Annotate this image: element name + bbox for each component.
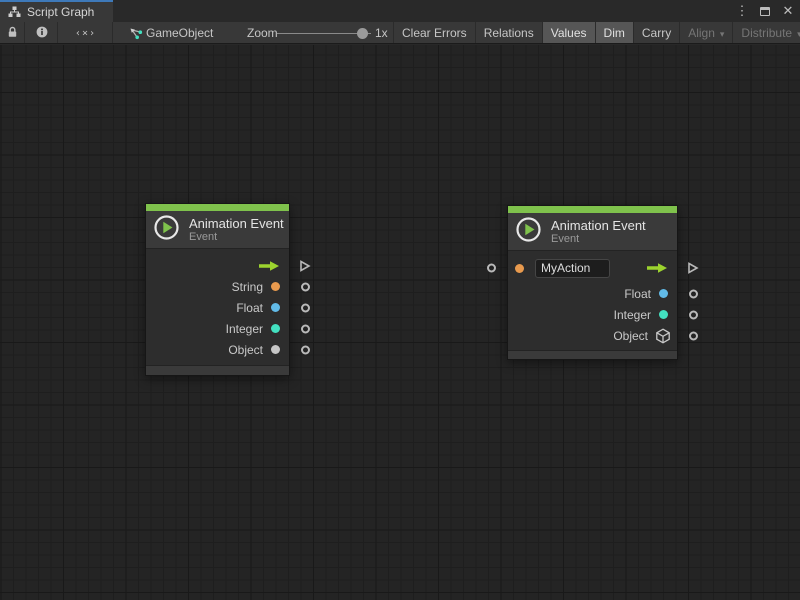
- float-port-dot[interactable]: [659, 289, 668, 298]
- values-toggle[interactable]: Values: [542, 22, 595, 44]
- dim-toggle[interactable]: Dim: [595, 22, 633, 44]
- data-port-connector[interactable]: [301, 303, 310, 312]
- port-row-float: Float: [146, 297, 289, 318]
- string-port-dot[interactable]: [271, 282, 280, 291]
- carry-toggle[interactable]: Carry: [633, 22, 679, 44]
- string-input-dot[interactable]: [515, 264, 524, 273]
- node-footer: [146, 365, 289, 375]
- port-label: Integer: [614, 308, 651, 322]
- integer-port-dot[interactable]: [659, 310, 668, 319]
- lock-icon: [7, 26, 18, 41]
- code-brackets-icon: ‹×›: [75, 28, 96, 39]
- port-label: Float: [236, 301, 263, 315]
- zoom-slider-handle[interactable]: [357, 28, 368, 39]
- zoom-label: Zoom: [247, 22, 278, 44]
- data-port-connector[interactable]: [301, 345, 310, 354]
- control-port-connector[interactable]: [298, 259, 311, 272]
- flow-arrow-icon[interactable]: [646, 262, 668, 274]
- node-animation-event-1[interactable]: Animation Event Event: [145, 203, 290, 376]
- data-port-connector[interactable]: [301, 324, 310, 333]
- node-subtitle: Event: [551, 233, 646, 246]
- port-row-string: String: [146, 276, 289, 297]
- cube-icon[interactable]: [655, 328, 671, 344]
- node-header[interactable]: Animation Event Event: [508, 213, 677, 251]
- data-port-connector[interactable]: [689, 331, 698, 340]
- toolbar-button-row: Clear Errors Relations Values Dim Carry …: [393, 22, 800, 44]
- close-icon[interactable]: ✕: [780, 2, 796, 20]
- port-label: Float: [624, 287, 651, 301]
- chevron-down-icon: ▾: [720, 29, 725, 40]
- tab-bar: Script Graph ⋮ ✕: [0, 0, 800, 22]
- node-subtitle: Event: [189, 231, 284, 244]
- align-dropdown[interactable]: Align ▾: [679, 22, 732, 44]
- maximize-icon[interactable]: [757, 2, 773, 20]
- zoom-value: 1x: [375, 22, 388, 44]
- event-play-icon: [515, 216, 542, 248]
- distribute-dropdown[interactable]: Distribute ▾: [732, 22, 800, 44]
- script-graph-window: Script Graph ⋮ ✕: [0, 0, 800, 600]
- window-controls: ⋮ ✕: [734, 0, 796, 22]
- edit-graph-button[interactable]: ‹×›: [59, 22, 113, 44]
- control-output-row: [146, 255, 289, 276]
- gameobject-icon: [126, 22, 146, 44]
- float-port-dot[interactable]: [271, 303, 280, 312]
- name-input-row: [508, 253, 677, 283]
- graph-toolbar: ‹×› GameObject Zoom 1x Clear Errors Rela…: [0, 22, 800, 44]
- data-port-connector[interactable]: [689, 289, 698, 298]
- control-port-connector[interactable]: [686, 262, 699, 275]
- event-name-input[interactable]: [535, 259, 610, 278]
- data-port-connector[interactable]: [301, 282, 310, 291]
- graph-hierarchy-icon: [8, 6, 21, 18]
- port-row-integer: Integer: [508, 304, 677, 325]
- port-label: Object: [228, 343, 263, 357]
- node-footer: [508, 350, 677, 359]
- port-label: Object: [613, 329, 648, 343]
- flow-arrow-icon[interactable]: [258, 260, 280, 272]
- port-row-integer: Integer: [146, 318, 289, 339]
- object-port-dot[interactable]: [271, 345, 280, 354]
- gameobject-label[interactable]: GameObject: [146, 22, 213, 44]
- port-row-object: Object: [508, 325, 677, 346]
- node-accent-bar: [508, 206, 677, 213]
- node-header[interactable]: Animation Event Event: [146, 211, 289, 249]
- node-title: Animation Event: [551, 218, 646, 233]
- clear-errors-button[interactable]: Clear Errors: [393, 22, 475, 44]
- graph-canvas[interactable]: Animation Event Event: [0, 45, 800, 600]
- info-button[interactable]: [26, 22, 58, 44]
- port-row-object: Object: [146, 339, 289, 360]
- tab-title: Script Graph: [27, 5, 94, 19]
- info-icon: [36, 26, 48, 41]
- node-body: Float Integer Object: [508, 251, 677, 350]
- data-port-connector[interactable]: [689, 310, 698, 319]
- lock-button[interactable]: [0, 22, 25, 44]
- node-accent-bar: [146, 204, 289, 211]
- integer-port-dot[interactable]: [271, 324, 280, 333]
- name-input-connector[interactable]: [487, 264, 496, 273]
- tab-script-graph[interactable]: Script Graph: [0, 0, 113, 22]
- relations-button[interactable]: Relations: [475, 22, 542, 44]
- node-body: String Float Integer Object: [146, 249, 289, 365]
- port-row-float: Float: [508, 283, 677, 304]
- event-play-icon: [153, 214, 180, 246]
- port-label: Integer: [226, 322, 263, 336]
- node-animation-event-2[interactable]: Animation Event Event: [507, 205, 678, 360]
- node-title: Animation Event: [189, 216, 284, 231]
- window-menu-icon[interactable]: ⋮: [734, 2, 750, 20]
- port-label: String: [232, 280, 263, 294]
